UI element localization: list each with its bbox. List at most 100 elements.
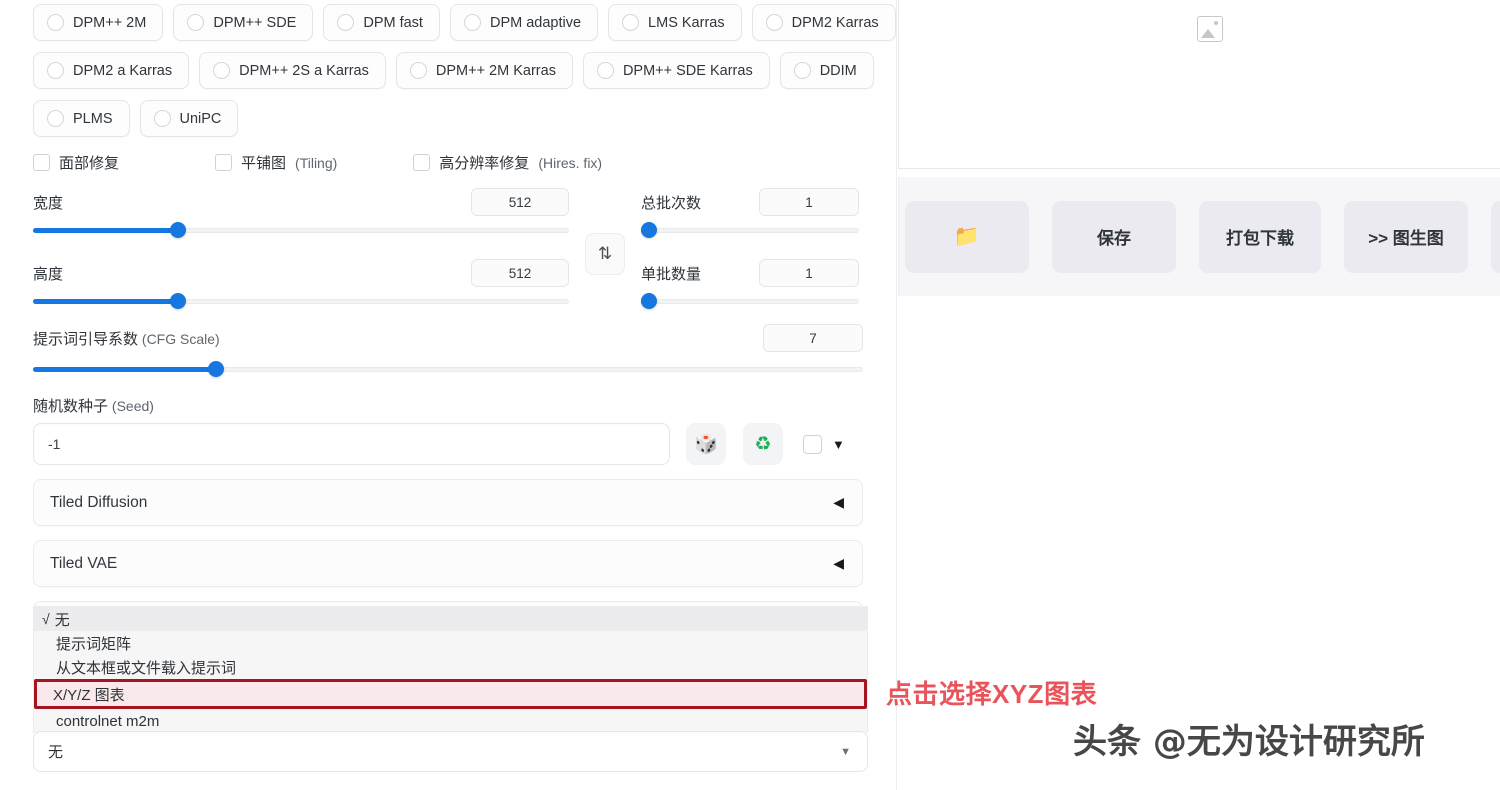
sampler-option-dpm-adaptive[interactable]: DPM adaptive bbox=[449, 4, 599, 41]
sampler-label: DPM++ 2S a Karras bbox=[239, 62, 369, 79]
checkbox-tiling[interactable]: 平铺图 (Tiling) bbox=[215, 152, 337, 173]
sampler-label: DPM++ SDE bbox=[213, 14, 297, 31]
cfg-label: 提示词引导系数 (CFG Scale) bbox=[33, 328, 220, 349]
random-seed-button[interactable]: 🎲 bbox=[686, 423, 726, 465]
accordion-title: Tiled VAE bbox=[50, 554, 118, 572]
accordion-tiled-diffusion[interactable]: Tiled Diffusion ◀ bbox=[33, 479, 863, 526]
batch-size-slider[interactable] bbox=[641, 291, 859, 311]
save-button[interactable]: 保存 bbox=[1052, 200, 1176, 273]
width-field-line: 宽度 512 bbox=[33, 187, 569, 217]
sampler-label: DPM2 Karras bbox=[791, 14, 879, 31]
height-slider[interactable] bbox=[33, 291, 569, 311]
sampler-label: UniPC bbox=[179, 110, 222, 127]
slider-thumb[interactable] bbox=[207, 361, 224, 377]
sampler-option-dpm2-a-karras[interactable]: DPM2 a Karras bbox=[33, 52, 190, 89]
send-to-img2img-label: >> 图生图 bbox=[1368, 229, 1444, 248]
swap-vertical-icon: ⇅ bbox=[597, 244, 613, 263]
sampler-label: DPM++ SDE Karras bbox=[622, 62, 753, 79]
slider-thumb[interactable] bbox=[169, 222, 186, 238]
sampler-option-dpmpp-2m-karras[interactable]: DPM++ 2M Karras bbox=[395, 52, 573, 89]
batch-size-line: 单批数量 1 bbox=[641, 258, 859, 288]
dimensions-column: 宽度 512 高度 512 bbox=[33, 187, 569, 311]
annotation-text: 点击选择XYZ图表 bbox=[886, 679, 1098, 709]
sampler-row-2: DPM2 a Karras DPM++ 2S a Karras DPM++ 2M… bbox=[33, 52, 874, 89]
swap-dimensions-wrap: ⇅ bbox=[569, 187, 641, 275]
slider-thumb[interactable] bbox=[641, 222, 657, 238]
script-select-value: 无 bbox=[48, 744, 64, 761]
swap-dimensions-button[interactable]: ⇅ bbox=[585, 233, 625, 275]
checkbox-label-suffix: (Hires. fix) bbox=[538, 154, 603, 171]
checkbox-label: 高分辨率修复 bbox=[439, 155, 530, 172]
zip-download-label: 打包下载 bbox=[1226, 229, 1294, 248]
dropdown-option-prompts-from-file[interactable]: 从文本框或文件载入提示词 bbox=[34, 655, 867, 679]
width-slider[interactable] bbox=[33, 220, 569, 240]
width-input[interactable]: 512 bbox=[471, 188, 569, 216]
radio-icon bbox=[187, 14, 205, 31]
sampler-option-lms-karras[interactable]: LMS Karras bbox=[608, 4, 742, 41]
seed-label-main: 随机数种子 bbox=[33, 398, 109, 415]
slider-thumb[interactable] bbox=[641, 293, 657, 309]
dropdown-option-none[interactable]: √ 无 bbox=[34, 607, 867, 631]
right-output-panel: 📁 保存 打包下载 >> 图生图 bbox=[898, 0, 1500, 790]
output-action-bar: 📁 保存 打包下载 >> 图生图 bbox=[898, 177, 1500, 296]
sampler-label: DPM++ 2M Karras bbox=[435, 62, 556, 79]
sampler-option-dpm-fast[interactable]: DPM fast bbox=[323, 4, 440, 41]
chevron-down-icon[interactable]: ▼ bbox=[832, 437, 845, 452]
extra-seed-checkbox[interactable] bbox=[803, 434, 822, 454]
script-dropdown-list: √ 无 提示词矩阵 从文本框或文件载入提示词 X/Y/Z 图表 controln… bbox=[33, 606, 868, 733]
radio-icon bbox=[463, 14, 481, 31]
send-to-img2img-button[interactable]: >> 图生图 bbox=[1344, 200, 1468, 273]
cfg-slider[interactable] bbox=[33, 359, 863, 379]
zip-download-button[interactable]: 打包下载 bbox=[1199, 200, 1321, 273]
sampler-option-dpmpp-sde[interactable]: DPM++ SDE bbox=[173, 4, 314, 41]
radio-icon bbox=[153, 110, 171, 127]
dice-icon: 🎲 bbox=[694, 434, 718, 455]
sampler-option-plms[interactable]: PLMS bbox=[33, 100, 130, 137]
sampler-option-dpmpp-2m[interactable]: DPM++ 2M bbox=[33, 4, 164, 41]
radio-icon bbox=[793, 62, 811, 79]
radio-icon bbox=[765, 14, 783, 31]
radio-icon bbox=[596, 62, 614, 79]
feature-toggles-row: 面部修复 平铺图 (Tiling) 高分辨率修复 (Hires. fix) bbox=[33, 152, 863, 173]
checkbox-label-suffix: (Tiling) bbox=[295, 154, 338, 171]
dropdown-option-label: 从文本框或文件载入提示词 bbox=[56, 659, 237, 677]
sampler-label: DPM fast bbox=[363, 14, 423, 31]
checkbox-hires-fix[interactable]: 高分辨率修复 (Hires. fix) bbox=[413, 152, 602, 173]
sampler-option-dpmpp-2s-a-karras[interactable]: DPM++ 2S a Karras bbox=[199, 52, 386, 89]
dropdown-option-controlnet-m2m[interactable]: controlnet m2m bbox=[34, 709, 867, 733]
cfg-input[interactable]: 7 bbox=[763, 324, 863, 352]
batch-count-slider[interactable] bbox=[641, 220, 859, 240]
folder-icon: 📁 bbox=[953, 224, 981, 248]
sampler-option-dpm2-karras[interactable]: DPM2 Karras bbox=[751, 4, 896, 41]
slider-fill bbox=[33, 228, 178, 233]
dimensions-section: 宽度 512 高度 512 ⇅ 总批次数 1 单批数量 1 bbox=[33, 187, 863, 311]
sampler-option-dpmpp-sde-karras[interactable]: DPM++ SDE Karras bbox=[582, 52, 770, 89]
sampler-option-ddim[interactable]: DDIM bbox=[779, 52, 874, 89]
height-input[interactable]: 512 bbox=[471, 259, 569, 287]
seed-input[interactable]: -1 bbox=[33, 423, 670, 465]
dropdown-option-label: 无 bbox=[54, 611, 70, 629]
seed-section: 随机数种子 (Seed) -1 🎲 ♻ ▼ bbox=[33, 395, 863, 465]
slider-thumb[interactable] bbox=[169, 293, 186, 309]
dropdown-option-xyz-plot[interactable]: X/Y/Z 图表 bbox=[34, 679, 867, 709]
cfg-label-suffix: (CFG Scale) bbox=[138, 330, 220, 347]
batch-size-input[interactable]: 1 bbox=[759, 259, 859, 287]
batch-count-input[interactable]: 1 bbox=[759, 188, 859, 216]
checkbox-icon bbox=[413, 154, 431, 171]
cfg-label-main: 提示词引导系数 bbox=[33, 330, 139, 348]
slider-track bbox=[641, 228, 859, 233]
script-select[interactable]: 无 ▼ bbox=[33, 731, 868, 772]
watermark-text: 头条 @无为设计研究所 bbox=[1073, 722, 1425, 762]
dropdown-option-prompt-matrix[interactable]: 提示词矩阵 bbox=[34, 631, 867, 655]
open-folder-button[interactable]: 📁 bbox=[905, 200, 1029, 273]
dropdown-option-label: controlnet m2m bbox=[56, 712, 160, 730]
sampler-label: DPM2 a Karras bbox=[73, 62, 173, 79]
check-icon: √ bbox=[42, 611, 50, 627]
reuse-seed-button[interactable]: ♻ bbox=[743, 423, 783, 465]
clipped-button[interactable] bbox=[1491, 200, 1500, 273]
batch-count-line: 总批次数 1 bbox=[641, 187, 859, 217]
checkbox-restore-faces[interactable]: 面部修复 bbox=[33, 152, 119, 173]
accordion-tiled-vae[interactable]: Tiled VAE ◀ bbox=[33, 540, 863, 587]
sampler-option-unipc[interactable]: UniPC bbox=[139, 100, 239, 137]
checkbox-label: 平铺图 bbox=[241, 155, 287, 172]
